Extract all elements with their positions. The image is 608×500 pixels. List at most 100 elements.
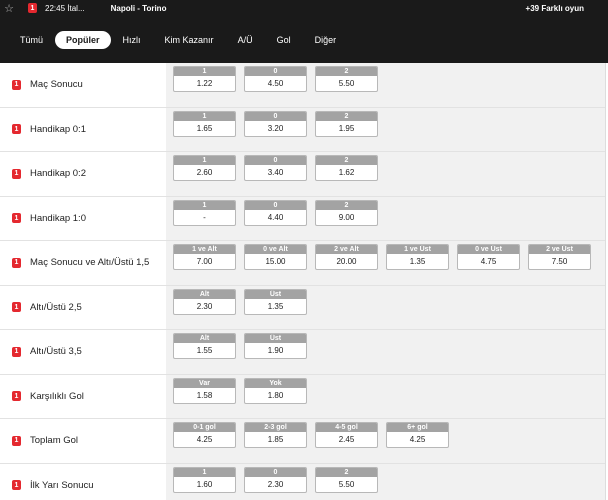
tab-3[interactable]: Kim Kazanır [153,31,226,49]
odd-button[interactable]: 1 2.60 [173,155,236,181]
market-row: 1 Handikap 0:2 1 2.60 0 3.40 2 1.62 [0,152,605,197]
odd-value: 1.58 [196,390,213,400]
live-badge: 1 [28,3,37,13]
odd-button[interactable]: 0 ve Alt 15.00 [244,244,307,270]
tab-4[interactable]: A/Ü [226,31,265,49]
odd-button[interactable]: 1 1.22 [173,66,236,92]
odd-value: 1.85 [267,435,284,444]
odd-button[interactable]: 1- [173,199,236,226]
odd-outcome-label: 0 [245,67,306,76]
odd-value: 4.75 [480,257,497,266]
odd-button[interactable]: 2 5.50 [315,66,378,92]
odds-group: 1 1.65 0 3.20 2 1.95 [166,107,605,151]
odd-value: 7.50 [551,257,568,266]
market-row: 1 Altı/Üstü 3,5 Alt 1.55 Üst 1.90 [0,330,605,375]
market-row: 1 Maç Sonucu 1 1.22 0 4.50 2 5.50 [0,63,605,108]
odd-outcome-label: 2 [316,467,377,477]
odd-outcome-label: 0 ve Üst [458,245,519,254]
odds-group: 1 2.60 0 3.40 2 1.62 [166,152,605,196]
market-label: 1 Maç Sonucu [0,63,166,107]
market-label: 1 Karşılıklı Gol [0,375,166,419]
odd-button[interactable]: 1 1.65 [173,110,236,137]
market-title: Altı/Üstü 3,5 [30,346,82,358]
odd-outcome-label: 0 [245,467,306,477]
tab-2[interactable]: Hızlı [111,31,153,49]
market-badge: 1 [12,213,21,224]
market-tabs: Tümü Popüler Hızlı Kim Kazanır A/Ü Gol Diğer [0,16,608,63]
odd-button[interactable]: 1 1.60 [173,466,236,493]
odd-button[interactable]: 1 ve Alt 7.00 [173,244,236,270]
market-title: Handikap 0:2 [30,168,86,180]
market-badge: 1 [12,346,21,357]
odd-button[interactable]: 2 1.95 [315,110,378,137]
odd-button[interactable]: 2-3 gol 1.85 [244,422,307,448]
market-badge: 1 [12,302,21,313]
odd-outcome-label: 2 ve Üst [529,245,590,254]
odds-group: 1 1.60 0 2.30 2 5.50 [166,463,605,500]
odd-outcome-label: 0 ve Alt [245,245,306,254]
odd-button[interactable]: Var 1.58 [173,377,236,404]
market-label: 1 Altı/Üstü 3,5 [0,330,166,374]
tab-1[interactable]: Popüler [55,30,111,49]
odd-button[interactable]: Yok 1.80 [244,377,307,404]
odd-button[interactable]: 0 3.20 [244,110,307,137]
odd-value: 1.22 [196,79,213,88]
odd-button[interactable]: Üst 1.35 [244,288,307,315]
market-badge: 1 [12,391,21,402]
market-row: 1 Altı/Üstü 2,5 Alt 2.30 Üst 1.35 [0,285,605,330]
odd-button[interactable]: 0 4.50 [244,66,307,92]
odd-button[interactable]: Alt 1.55 [173,333,236,359]
market-label: 1 Toplam Gol [0,419,166,463]
odd-button[interactable]: Üst 1.90 [244,333,307,359]
odd-button[interactable]: 2 ve Üst 7.50 [528,244,591,270]
market-badge: 1 [12,257,21,268]
odd-outcome-label: 0 [245,111,306,121]
odd-value: 1.65 [196,123,213,133]
odd-button[interactable]: 2 ve Alt 20.00 [315,244,378,270]
odd-value: 4.25 [196,435,213,444]
odd-button[interactable]: 2 1.62 [315,155,378,181]
market-badge: 1 [12,124,21,135]
market-badge: 1 [12,168,21,179]
odd-outcome-label: 0 [245,156,306,165]
odd-button[interactable]: 0 2.30 [244,466,307,493]
market-title: Toplam Gol [30,435,79,447]
tab-6[interactable]: Diğer [303,31,349,49]
odd-button[interactable]: 0-1 gol 4.25 [173,422,236,448]
odds-group: Var 1.58 Yok 1.80 [166,374,605,418]
odd-button[interactable]: 2 5.50 [315,466,378,493]
odd-outcome-label: Alt [174,289,235,299]
market-title: Handikap 1:0 [30,212,86,224]
odd-value: 4.50 [267,79,284,88]
match-time: 22:45 İtal... [45,3,85,13]
odd-button[interactable]: Alt 2.30 [173,288,236,315]
odd-outcome-label: Üst [245,334,306,343]
odd-value: 1.95 [338,123,355,133]
odd-outcome-label: 2 [316,67,377,76]
odd-outcome-label: 1 ve Alt [174,245,235,254]
odd-button[interactable]: 1 ve Üst 1.35 [386,244,449,270]
star-icon[interactable]: ☆ [0,0,18,16]
odd-button[interactable]: 6+ gol 4.25 [386,422,449,448]
odd-outcome-label: 2 [316,111,377,121]
odd-value: 2.45 [338,435,355,444]
odd-outcome-label: 1 [174,200,235,210]
odd-button[interactable]: 0 4.40 [244,199,307,226]
odd-button[interactable]: 4-5 gol 2.45 [315,422,378,448]
match-name: Napoli - Torino [110,3,167,13]
odd-outcome-label: Var [174,378,235,388]
odd-button[interactable]: 0 3.40 [244,155,307,181]
odd-button[interactable]: 0 ve Üst 4.75 [457,244,520,270]
tab-0[interactable]: Tümü [8,31,55,49]
odd-outcome-label: 1 [174,67,235,76]
odd-value: 20.00 [336,257,357,266]
odd-value: 1.90 [267,346,284,355]
more-games-link[interactable]: +39 Farklı oyun [526,4,584,13]
odd-outcome-label: 2 [316,156,377,165]
odd-button[interactable]: 2 9.00 [315,199,378,226]
tab-5[interactable]: Gol [265,31,303,49]
odd-outcome-label: 2-3 gol [245,423,306,432]
market-badge: 1 [12,79,21,90]
odd-outcome-label: 0-1 gol [174,423,235,432]
odd-value: 7.00 [196,257,213,266]
